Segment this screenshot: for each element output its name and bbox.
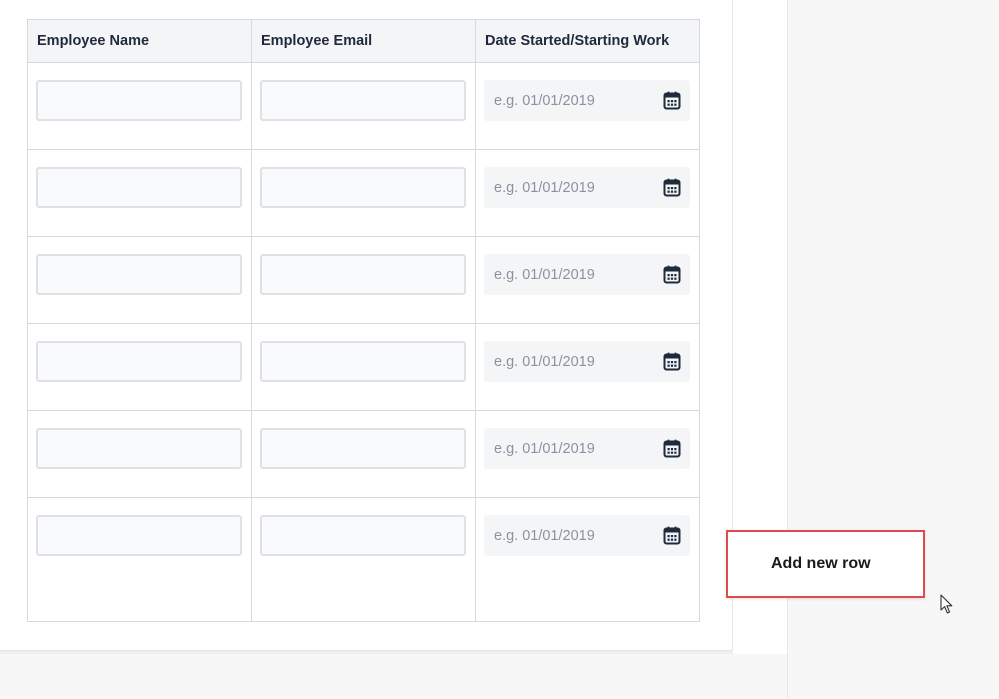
table-header-row: Employee Name Employee Email Date Starte…: [27, 19, 700, 63]
date-picker-field: [484, 254, 690, 295]
table-body: [27, 62, 700, 622]
date-started-input[interactable]: [484, 428, 690, 469]
employee-email-input[interactable]: [260, 428, 466, 469]
employee-email-input[interactable]: [260, 254, 466, 295]
employee-email-cell: [251, 497, 476, 622]
employee-email-input[interactable]: [260, 515, 466, 556]
employee-name-cell: [27, 323, 252, 411]
employee-name-input[interactable]: [36, 428, 242, 469]
date-picker-field: [484, 341, 690, 382]
employee-email-cell: [251, 62, 476, 150]
card-footer-area: [0, 654, 787, 699]
add-new-row-button[interactable]: Add new row: [726, 530, 925, 598]
employee-name-input[interactable]: [36, 254, 242, 295]
column-header-employee-email: Employee Email: [251, 19, 476, 63]
date-started-cell: [475, 410, 700, 498]
employee-email-cell: [251, 236, 476, 324]
date-started-cell: [475, 149, 700, 237]
date-started-input[interactable]: [484, 80, 690, 121]
table-row: [27, 62, 700, 150]
date-picker-field: [484, 515, 690, 556]
calendar-icon[interactable]: [663, 91, 681, 110]
card-bottom-edge: [0, 651, 733, 654]
employee-name-input[interactable]: [36, 341, 242, 382]
table-row: [27, 410, 700, 498]
employee-name-input[interactable]: [36, 515, 242, 556]
column-header-employee-name: Employee Name: [27, 19, 252, 63]
employee-name-input[interactable]: [36, 167, 242, 208]
column-header-date-started: Date Started/Starting Work: [475, 19, 700, 63]
employee-name-cell: [27, 410, 252, 498]
employee-email-cell: [251, 410, 476, 498]
employee-name-cell: [27, 149, 252, 237]
date-picker-field: [484, 80, 690, 121]
mouse-cursor-icon: [940, 594, 953, 614]
date-picker-field: [484, 428, 690, 469]
date-started-input[interactable]: [484, 254, 690, 295]
calendar-icon[interactable]: [663, 265, 681, 284]
date-started-cell: [475, 497, 700, 622]
date-picker-field: [484, 167, 690, 208]
employee-table: Employee Name Employee Email Date Starte…: [27, 19, 700, 622]
page: Employee Name Employee Email Date Starte…: [0, 0, 999, 699]
employee-email-cell: [251, 149, 476, 237]
employee-email-input[interactable]: [260, 167, 466, 208]
employee-email-cell: [251, 323, 476, 411]
table-row: [27, 323, 700, 411]
date-started-cell: [475, 62, 700, 150]
date-started-input[interactable]: [484, 341, 690, 382]
date-started-cell: [475, 236, 700, 324]
calendar-icon[interactable]: [663, 526, 681, 545]
employee-name-cell: [27, 62, 252, 150]
employee-email-input[interactable]: [260, 80, 466, 121]
calendar-icon[interactable]: [663, 352, 681, 371]
employee-name-input[interactable]: [36, 80, 242, 121]
table-row: [27, 497, 700, 622]
calendar-icon[interactable]: [663, 178, 681, 197]
table-row: [27, 149, 700, 237]
employee-email-input[interactable]: [260, 341, 466, 382]
date-started-input[interactable]: [484, 515, 690, 556]
date-started-input[interactable]: [484, 167, 690, 208]
date-started-cell: [475, 323, 700, 411]
calendar-icon[interactable]: [663, 439, 681, 458]
table-row: [27, 236, 700, 324]
employee-name-cell: [27, 497, 252, 622]
employee-name-cell: [27, 236, 252, 324]
